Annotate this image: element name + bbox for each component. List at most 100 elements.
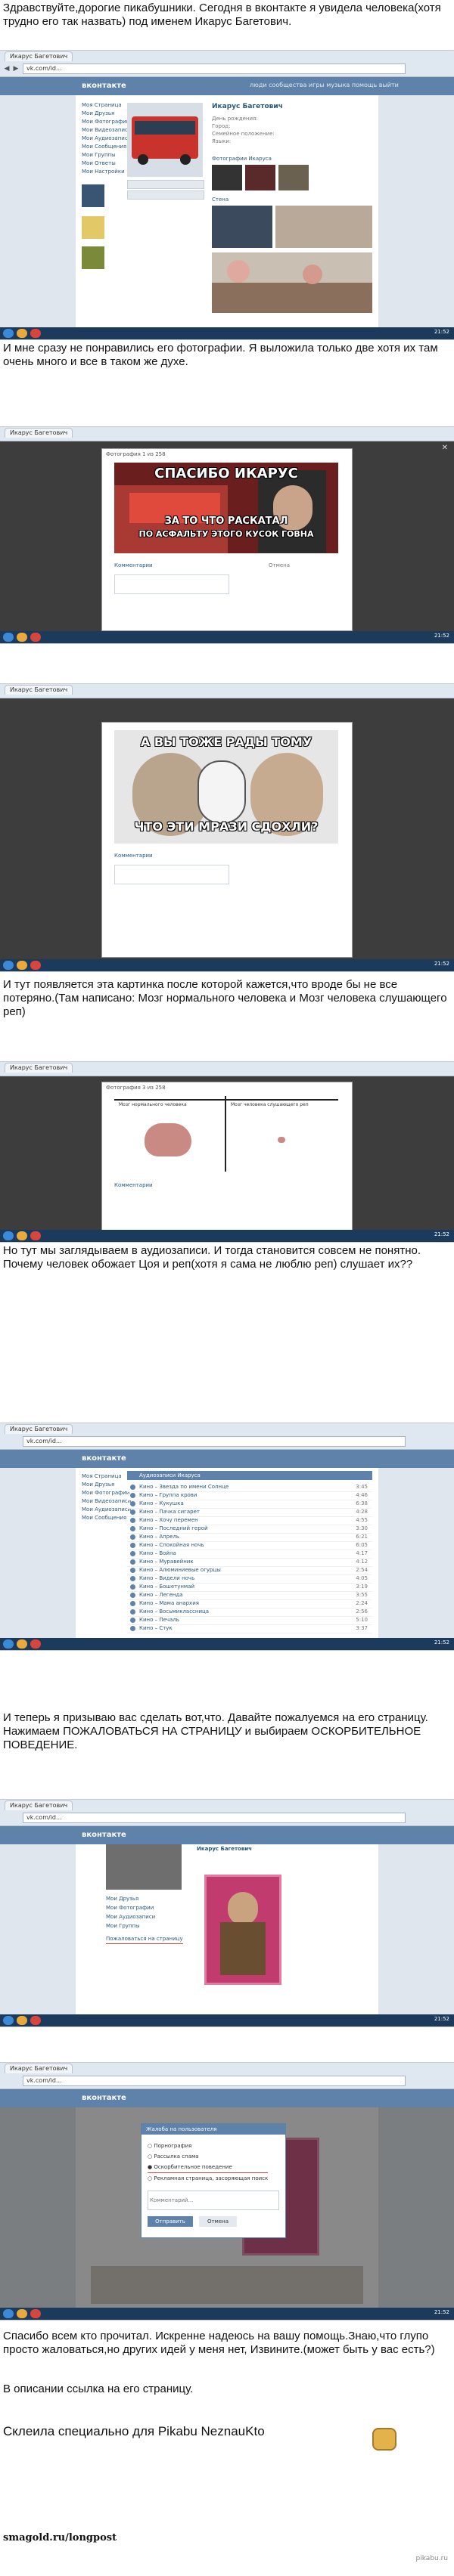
play-icon[interactable]	[130, 1618, 135, 1623]
menu-item[interactable]: Мои Ответы	[82, 159, 121, 168]
photo-thumb[interactable]	[212, 165, 242, 190]
play-icon[interactable]	[130, 1601, 135, 1606]
vk-logo[interactable]: вконтакте	[82, 1454, 126, 1464]
source-label[interactable]: smagold.ru/longpost	[3, 2532, 117, 2543]
folder-icon[interactable]	[17, 2309, 27, 2318]
browser-tab[interactable]: Икарус Багетович	[5, 685, 73, 695]
audio-track[interactable]: Кино – Стук 3:37	[127, 1624, 372, 1633]
wall-post-image[interactable]	[275, 206, 372, 248]
browser-tab[interactable]: Икарус Багетович	[5, 1063, 73, 1073]
menu-item[interactable]: Мои Фотографии	[82, 118, 129, 126]
wall-label[interactable]: Стена	[212, 197, 229, 203]
play-icon[interactable]	[130, 1509, 135, 1515]
avatar[interactable]	[106, 1844, 182, 1890]
menu-item[interactable]: Моя Страница	[82, 1472, 122, 1481]
start-icon[interactable]	[3, 1639, 14, 1649]
browser-tab[interactable]: Икарус Багетович	[5, 2064, 73, 2073]
forward-icon[interactable]: ▶	[12, 63, 20, 73]
address-bar[interactable]: vk.com/id...	[23, 63, 406, 74]
play-icon[interactable]	[130, 1526, 135, 1531]
photo-thumb[interactable]	[278, 165, 309, 190]
start-icon[interactable]	[3, 1231, 14, 1240]
comment-field[interactable]	[114, 574, 229, 594]
play-icon[interactable]	[130, 1576, 135, 1581]
action-link[interactable]: Мои Друзья	[106, 1894, 182, 1903]
chrome-icon[interactable]	[30, 1231, 41, 1240]
report-option[interactable]: ○ Рассылка спама	[148, 2151, 268, 2162]
play-icon[interactable]	[130, 1501, 135, 1506]
menu-item[interactable]: Мои Группы	[82, 151, 121, 159]
play-icon[interactable]	[130, 1518, 135, 1523]
chrome-icon[interactable]	[30, 633, 41, 642]
folder-icon[interactable]	[17, 1231, 27, 1240]
start-icon[interactable]	[3, 2016, 14, 2025]
chrome-icon[interactable]	[30, 1639, 41, 1649]
menu-item[interactable]: Мои Сообщения	[82, 1514, 126, 1522]
add-friend-button[interactable]	[127, 190, 204, 200]
play-icon[interactable]	[130, 1609, 135, 1615]
vk-logo[interactable]: вконтакте	[82, 1830, 126, 1841]
photos-label[interactable]: Фотографии Икаруса	[212, 156, 272, 162]
browser-tab[interactable]: Икарус Багетович	[5, 51, 73, 61]
address-bar[interactable]: vk.com/id...	[23, 2076, 406, 2086]
action-link[interactable]: Мои Аудиозаписи	[106, 1912, 182, 1921]
folder-icon[interactable]	[17, 329, 27, 338]
wall-post-photo-crowd[interactable]	[212, 252, 372, 313]
photo-thumb[interactable]	[245, 165, 275, 190]
chrome-icon[interactable]	[30, 2309, 41, 2318]
vk-top-nav[interactable]: люди сообщества игры музыка помощь выйти	[250, 82, 399, 88]
browser-tab[interactable]: Икарус Багетович	[5, 1800, 73, 1810]
report-option[interactable]: ○ Рекламная страница, засоряющая поиск	[148, 2173, 268, 2184]
meme-image-1[interactable]: СПАСИБО ИКАРУС ЗА ТО ЧТО РАСКАТАЛ ПО АСФ…	[114, 463, 338, 553]
comments-label[interactable]: Комментарии	[114, 853, 153, 859]
close-icon[interactable]: ✕	[442, 444, 448, 452]
report-comment-input[interactable]	[148, 2191, 279, 2210]
comment-field[interactable]	[114, 865, 229, 884]
comments-label[interactable]: Комментарии	[114, 1182, 153, 1188]
address-bar[interactable]: vk.com/id...	[23, 1813, 406, 1823]
vk-logo[interactable]: вконтакте	[82, 81, 126, 91]
play-icon[interactable]	[130, 1584, 135, 1590]
play-icon[interactable]	[130, 1593, 135, 1598]
menu-item[interactable]: Мои Фотографии	[82, 1489, 129, 1497]
send-button[interactable]: Отправить	[148, 2216, 193, 2227]
menu-item[interactable]: Мои Друзья	[82, 1481, 121, 1489]
folder-icon[interactable]	[17, 1639, 27, 1649]
folder-icon[interactable]	[17, 2016, 27, 2025]
menu-item[interactable]: Мои Настройки	[82, 168, 125, 176]
folder-icon[interactable]	[17, 633, 27, 642]
play-icon[interactable]	[130, 1559, 135, 1565]
play-icon[interactable]	[130, 1534, 135, 1540]
menu-item[interactable]: Моя Страница	[82, 101, 122, 110]
brain-image[interactable]: Мозг нормального человека Мозг человека …	[114, 1096, 338, 1172]
send-message-button[interactable]	[127, 180, 204, 189]
menu-item[interactable]: Мои Видеозаписи	[82, 126, 131, 135]
menu-item[interactable]: Мои Друзья	[82, 110, 121, 118]
avatar[interactable]	[127, 103, 203, 177]
play-icon[interactable]	[130, 1551, 135, 1556]
menu-item[interactable]: Мои Аудиозаписи	[82, 1506, 131, 1514]
play-icon[interactable]	[130, 1493, 135, 1498]
chrome-icon[interactable]	[30, 329, 41, 338]
play-icon[interactable]	[130, 1485, 135, 1490]
menu-item[interactable]: Мои Видеозаписи	[82, 1497, 131, 1506]
sidebar-link[interactable]: Отмена	[269, 562, 337, 568]
start-icon[interactable]	[3, 329, 14, 338]
start-icon[interactable]	[3, 2309, 14, 2318]
report-option-insulting[interactable]: ● Оскорбительное поведение	[148, 2162, 269, 2173]
action-link[interactable]: Мои Группы	[106, 1921, 182, 1930]
play-icon[interactable]	[130, 1543, 135, 1548]
folder-icon[interactable]	[17, 961, 27, 970]
address-bar[interactable]: vk.com/id...	[23, 1436, 406, 1447]
audio-player[interactable]: Аудиозаписи Икаруса	[127, 1471, 372, 1480]
stalin-portrait[interactable]	[204, 1875, 281, 1985]
comments-label[interactable]: Комментарии	[114, 562, 153, 568]
play-icon[interactable]	[130, 1568, 135, 1573]
browser-tab[interactable]: Икарус Багетович	[5, 1424, 73, 1434]
menu-item[interactable]: Мои Сообщения	[82, 143, 126, 151]
menu-item[interactable]: Мои Аудиозаписи	[82, 135, 131, 143]
vk-logo[interactable]: вконтакте	[82, 2093, 126, 2104]
chrome-icon[interactable]	[30, 961, 41, 970]
meme-image-2[interactable]: А ВЫ ТОЖЕ РАДЫ ТОМУ ЧТО ЭТИ МРАЗИ СДОХЛИ…	[114, 730, 338, 844]
wall-post-image[interactable]	[212, 206, 272, 248]
